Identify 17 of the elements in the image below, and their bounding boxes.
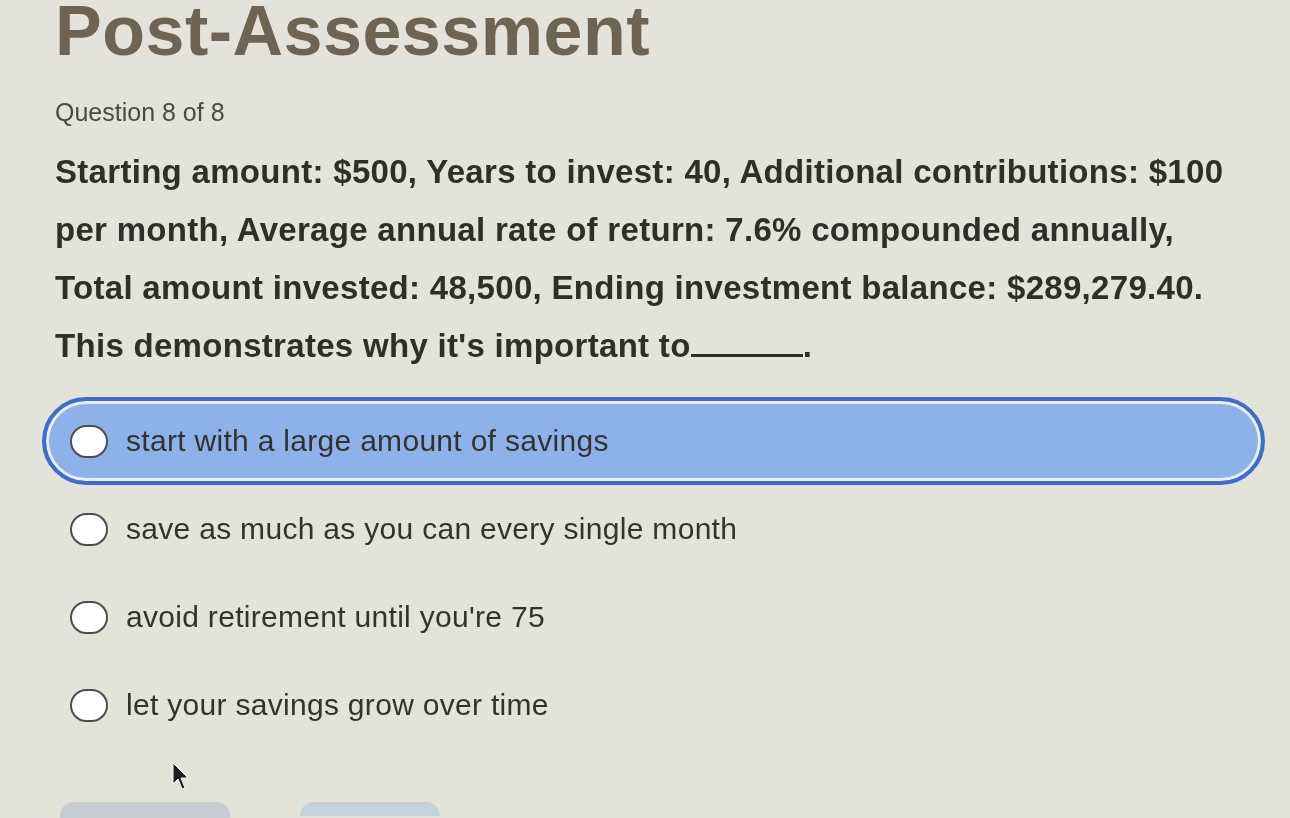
answer-option[interactable]: avoid retirement until you're 75: [42, 573, 1265, 661]
radio-button[interactable]: [70, 600, 108, 634]
option-label: avoid retirement until you're 75: [126, 599, 545, 635]
question-stem: This demonstrates why it's important to .: [55, 326, 813, 366]
radio-button[interactable]: [70, 424, 108, 458]
page-title: Post-Assessment: [55, 0, 650, 62]
answer-option[interactable]: let your savings grow over time: [42, 661, 1265, 749]
option-label: save as much as you can every single month: [126, 511, 738, 547]
radio-button[interactable]: [70, 688, 108, 722]
answer-option[interactable]: save as much as you can every single month: [42, 485, 1265, 573]
question-prompt: Starting amount: $500, Years to invest: 40, Additional contributions: $100 per month, Average annual rate of return: 7.6% compounded annually, Total amount invested: 48,500, Ending investment balance: $289,279.40.: [55, 152, 1225, 308]
question-counter: Question 8 of 8: [55, 97, 225, 127]
radio-button[interactable]: [70, 512, 108, 546]
option-label: let your savings grow over time: [126, 687, 549, 723]
option-label: start with a large amount of savings: [126, 423, 609, 459]
answer-option[interactable]: start with a large amount of savings: [42, 397, 1265, 485]
cursor-icon: [172, 762, 189, 790]
